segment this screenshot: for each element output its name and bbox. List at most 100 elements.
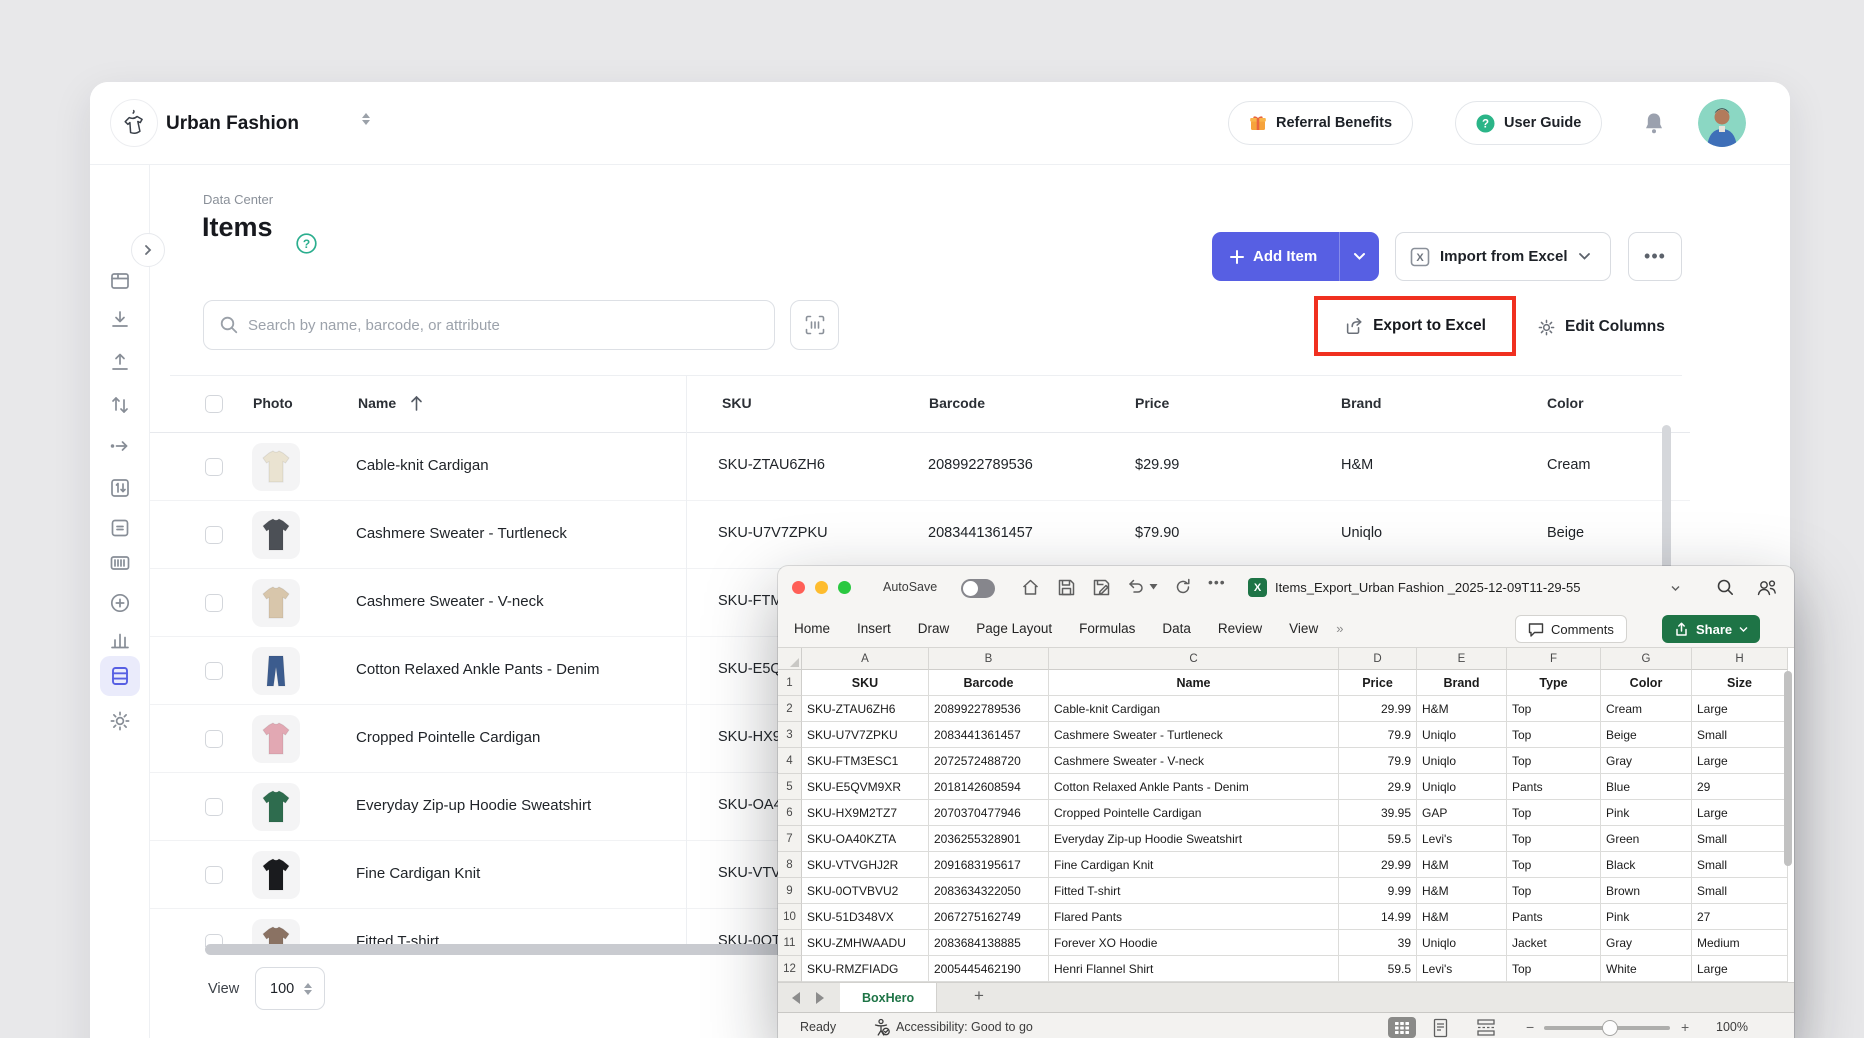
cell-E4[interactable]: Uniqlo bbox=[1417, 748, 1507, 774]
row-number[interactable]: 11 bbox=[778, 930, 802, 956]
cell-H2[interactable]: Large bbox=[1692, 696, 1788, 722]
previous-sheet-icon[interactable] bbox=[792, 992, 800, 1004]
cell-B1[interactable]: Barcode bbox=[929, 670, 1049, 696]
user-avatar[interactable] bbox=[1698, 99, 1746, 147]
cell-D1[interactable]: Price bbox=[1339, 670, 1417, 696]
workspace-switcher-icon[interactable] bbox=[362, 113, 370, 125]
column-header-B[interactable]: B bbox=[929, 648, 1049, 670]
cell-D8[interactable]: 29.99 bbox=[1339, 852, 1417, 878]
cell-B9[interactable]: 2083634322050 bbox=[929, 878, 1049, 904]
select-all-checkbox[interactable] bbox=[205, 395, 223, 413]
column-header-A[interactable]: A bbox=[802, 648, 929, 670]
cell-C8[interactable]: Fine Cardigan Knit bbox=[1049, 852, 1339, 878]
search-icon[interactable] bbox=[1716, 578, 1735, 597]
product-photo[interactable] bbox=[252, 851, 300, 899]
column-header-E[interactable]: E bbox=[1417, 648, 1507, 670]
product-photo[interactable] bbox=[252, 783, 300, 831]
cell-B6[interactable]: 2070370477946 bbox=[929, 800, 1049, 826]
cell-F2[interactable]: Top bbox=[1507, 696, 1601, 722]
select-all-cells-corner[interactable] bbox=[778, 648, 802, 670]
ribbon-tab-formulas[interactable]: Formulas bbox=[1079, 621, 1135, 636]
product-photo[interactable] bbox=[252, 443, 300, 491]
cell-H12[interactable]: Large bbox=[1692, 956, 1788, 982]
sidebar-item-purchase[interactable] bbox=[108, 591, 132, 615]
cell-B10[interactable]: 2067275162749 bbox=[929, 904, 1049, 930]
cell-F1[interactable]: Type bbox=[1507, 670, 1601, 696]
cell-G4[interactable]: Gray bbox=[1601, 748, 1692, 774]
autosave-toggle[interactable] bbox=[961, 579, 995, 598]
notifications-bell-icon[interactable] bbox=[1642, 111, 1666, 137]
referral-benefits-button[interactable]: Referral Benefits bbox=[1228, 101, 1413, 145]
minimize-window-button[interactable] bbox=[815, 581, 828, 594]
cell-A4[interactable]: SKU-FTM3ESC1 bbox=[802, 748, 929, 774]
table-row[interactable]: Cashmere Sweater - TurtleneckSKU-U7V7ZPK… bbox=[150, 501, 1690, 569]
barcode-scan-button[interactable] bbox=[790, 300, 839, 350]
excel-vertical-scrollbar[interactable] bbox=[1784, 671, 1792, 866]
row-number[interactable]: 8 bbox=[778, 852, 802, 878]
cell-E7[interactable]: Levi's bbox=[1417, 826, 1507, 852]
cell-C12[interactable]: Henri Flannel Shirt bbox=[1049, 956, 1339, 982]
cell-F6[interactable]: Top bbox=[1507, 800, 1601, 826]
cell-B4[interactable]: 2072572488720 bbox=[929, 748, 1049, 774]
sheet-tab-boxhero[interactable]: BoxHero bbox=[840, 983, 937, 1013]
cell-A5[interactable]: SKU-E5QVM9XR bbox=[802, 774, 929, 800]
close-window-button[interactable] bbox=[792, 581, 805, 594]
cell-B3[interactable]: 2083441361457 bbox=[929, 722, 1049, 748]
save-icon[interactable] bbox=[1057, 578, 1076, 597]
cell-G10[interactable]: Pink bbox=[1601, 904, 1692, 930]
cell-D10[interactable]: 14.99 bbox=[1339, 904, 1417, 930]
workspace-name[interactable]: Urban Fashion bbox=[166, 82, 299, 165]
cell-F3[interactable]: Top bbox=[1507, 722, 1601, 748]
row-number[interactable]: 3 bbox=[778, 722, 802, 748]
cell-H7[interactable]: Small bbox=[1692, 826, 1788, 852]
page-size-select[interactable]: 100 bbox=[255, 967, 325, 1010]
cell-G1[interactable]: Color bbox=[1601, 670, 1692, 696]
zoom-out-icon[interactable]: − bbox=[1526, 1019, 1534, 1035]
cell-D2[interactable]: 29.99 bbox=[1339, 696, 1417, 722]
product-photo[interactable] bbox=[252, 715, 300, 763]
cell-B5[interactable]: 2018142608594 bbox=[929, 774, 1049, 800]
share-contacts-icon[interactable] bbox=[1756, 578, 1778, 597]
import-from-excel-button[interactable]: X Import from Excel bbox=[1395, 232, 1611, 281]
row-checkbox[interactable] bbox=[205, 458, 223, 476]
row-number[interactable]: 10 bbox=[778, 904, 802, 930]
cell-A9[interactable]: SKU-0OTVBVU2 bbox=[802, 878, 929, 904]
cell-G6[interactable]: Pink bbox=[1601, 800, 1692, 826]
cell-C9[interactable]: Fitted T-shirt bbox=[1049, 878, 1339, 904]
cell-D7[interactable]: 59.5 bbox=[1339, 826, 1417, 852]
cell-H5[interactable]: 29 bbox=[1692, 774, 1788, 800]
cell-G12[interactable]: White bbox=[1601, 956, 1692, 982]
cell-F7[interactable]: Top bbox=[1507, 826, 1601, 852]
add-item-dropdown[interactable] bbox=[1340, 252, 1379, 261]
row-number[interactable]: 9 bbox=[778, 878, 802, 904]
more-commands-icon[interactable]: ••• bbox=[1208, 574, 1226, 590]
row-number[interactable]: 2 bbox=[778, 696, 802, 722]
cell-D6[interactable]: 39.95 bbox=[1339, 800, 1417, 826]
sidebar-item-analytics[interactable] bbox=[108, 628, 132, 652]
share-button[interactable]: Share bbox=[1662, 615, 1760, 643]
home-icon[interactable] bbox=[1021, 578, 1040, 597]
cell-H4[interactable]: Large bbox=[1692, 748, 1788, 774]
zoom-level[interactable]: 100% bbox=[1716, 1020, 1748, 1034]
row-checkbox[interactable] bbox=[205, 526, 223, 544]
column-header-G[interactable]: G bbox=[1601, 648, 1692, 670]
zoom-in-icon[interactable]: + bbox=[1681, 1019, 1689, 1035]
cell-G8[interactable]: Black bbox=[1601, 852, 1692, 878]
cell-H10[interactable]: 27 bbox=[1692, 904, 1788, 930]
ribbon-tab-data[interactable]: Data bbox=[1162, 621, 1191, 636]
cell-A6[interactable]: SKU-HX9M2TZ7 bbox=[802, 800, 929, 826]
cell-H3[interactable]: Small bbox=[1692, 722, 1788, 748]
cell-B8[interactable]: 2091683195617 bbox=[929, 852, 1049, 878]
filename-dropdown-icon[interactable] bbox=[1671, 585, 1680, 592]
column-header-C[interactable]: C bbox=[1049, 648, 1339, 670]
cell-E5[interactable]: Uniqlo bbox=[1417, 774, 1507, 800]
sidebar-item-stocktake[interactable] bbox=[108, 476, 132, 500]
row-number[interactable]: 7 bbox=[778, 826, 802, 852]
cell-E3[interactable]: Uniqlo bbox=[1417, 722, 1507, 748]
sort-ascending-icon[interactable] bbox=[409, 393, 424, 413]
sidebar-item-inventory[interactable] bbox=[108, 269, 132, 293]
ribbon-tab-page-layout[interactable]: Page Layout bbox=[976, 621, 1052, 636]
cell-H8[interactable]: Small bbox=[1692, 852, 1788, 878]
row-number[interactable]: 1 bbox=[778, 670, 802, 696]
excel-filename[interactable]: Items_Export_Urban Fashion _2025-12-09T1… bbox=[1275, 580, 1580, 595]
